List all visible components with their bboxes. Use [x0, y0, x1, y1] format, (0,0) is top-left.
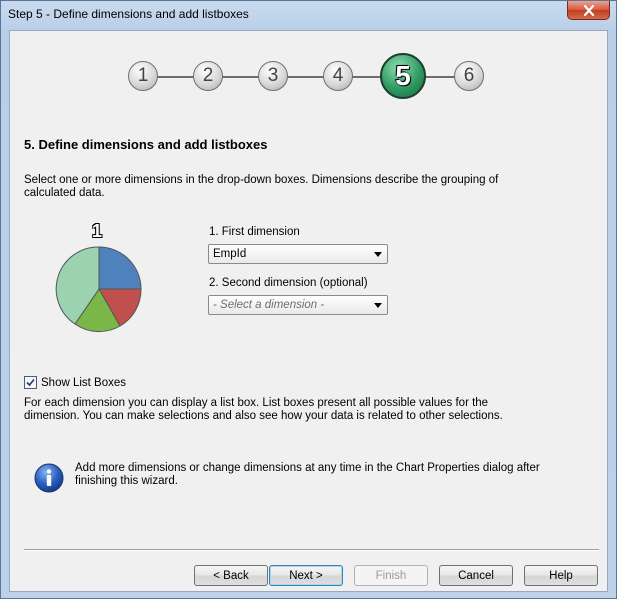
window-title: Step 5 - Define dimensions and add listb… [8, 7, 249, 21]
chevron-down-icon [374, 303, 382, 308]
footer-divider [24, 549, 599, 551]
step-3: 3 [258, 61, 288, 91]
second-dimension-label: 2. Second dimension (optional) [209, 277, 368, 289]
first-dimension-value: EmpId [213, 248, 247, 260]
step-1: 1 [128, 61, 158, 91]
pie-chart-icon [55, 246, 142, 333]
cancel-button[interactable]: Cancel [439, 565, 513, 586]
step-5-active: 5 [380, 53, 426, 99]
checkmark-icon [26, 378, 35, 387]
title-bar[interactable]: Step 5 - Define dimensions and add listb… [1, 1, 616, 29]
step-2: 2 [193, 61, 223, 91]
second-dimension-select[interactable]: - Select a dimension - [208, 295, 388, 315]
page-description: Select one or more dimensions in the dro… [24, 174, 499, 199]
show-list-boxes-row[interactable]: Show List Boxes [24, 376, 126, 389]
info-icon [34, 463, 64, 493]
show-list-boxes-label: Show List Boxes [41, 376, 127, 389]
second-dimension-placeholder: - Select a dimension - [213, 299, 325, 311]
first-dimension-select[interactable]: EmpId [208, 244, 388, 264]
finish-button[interactable]: Finish [354, 565, 428, 586]
help-button[interactable]: Help [524, 565, 598, 586]
wizard-content: 1 2 3 4 5 6 5. Define dimensions and add… [9, 30, 608, 592]
list-boxes-description: For each dimension you can display a lis… [24, 397, 503, 422]
close-icon [583, 4, 594, 16]
show-list-boxes-checkbox[interactable] [24, 376, 37, 389]
first-dimension-label: 1. First dimension [209, 226, 300, 238]
pie-number-label: 1 [92, 221, 103, 241]
step-4: 4 [323, 61, 353, 91]
page-title: 5. Define dimensions and add listboxes [24, 137, 268, 152]
step-indicator: 1 2 3 4 5 6 [128, 53, 488, 109]
back-button[interactable]: < Back [194, 565, 268, 586]
step-6: 6 [454, 61, 484, 91]
close-button[interactable] [567, 1, 610, 20]
info-message: Add more dimensions or change dimensions… [75, 462, 540, 487]
wizard-window: Step 5 - Define dimensions and add listb… [0, 0, 617, 599]
next-button[interactable]: Next > [269, 565, 343, 586]
chevron-down-icon [374, 252, 382, 257]
